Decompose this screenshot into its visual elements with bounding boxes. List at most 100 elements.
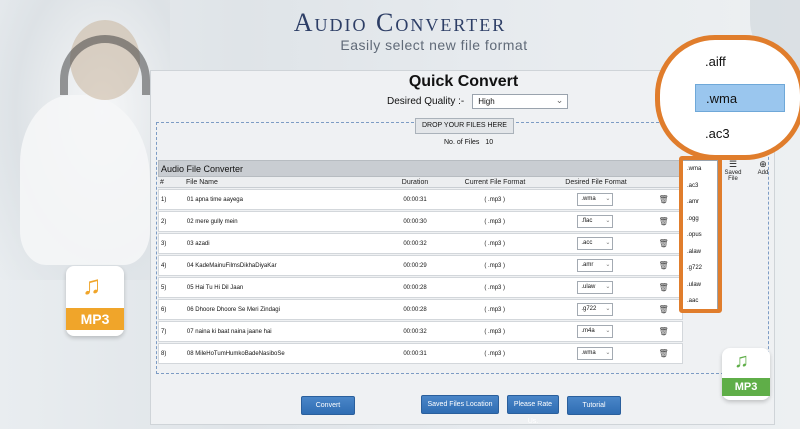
trash-icon[interactable]: 🗑	[659, 305, 669, 314]
trash-icon[interactable]: 🗑	[659, 217, 669, 226]
files-count-label: No. of Files	[444, 139, 480, 146]
trash-icon[interactable]: 🗑	[659, 349, 669, 358]
desired-format-value: .acc	[581, 240, 593, 246]
chevron-down-icon: ⌄	[605, 328, 611, 334]
side-toolbar: ☰ Saved File ⊕ Add	[721, 159, 775, 182]
row-actions: 🗑	[645, 283, 682, 292]
row-duration: 00:00:30	[403, 218, 427, 225]
chevron-down-icon: ⌄	[605, 196, 611, 202]
row-actions: 🗑	[645, 217, 682, 226]
chevron-down-icon: ⌄	[605, 240, 611, 246]
zoom-callout: .aiff .wma .ac3	[655, 35, 800, 160]
desired-format-select[interactable]: .acc ⌄	[577, 237, 614, 250]
table-title: Audio File Converter	[158, 160, 683, 177]
convert-button[interactable]: Convert	[301, 396, 355, 415]
row-file-name: 05 Hai Tu Hi Dil Jaan	[186, 284, 244, 291]
trash-icon[interactable]: 🗑	[659, 261, 669, 270]
row-desired-format-cell: .acc ⌄	[546, 237, 646, 250]
row-actions: 🗑	[645, 261, 682, 270]
mp3-file-icon: ♫ MP3	[722, 348, 770, 400]
saved-file-button[interactable]: ☰ Saved File	[721, 159, 745, 182]
mp3-icon-label: MP3	[66, 308, 124, 330]
table-row[interactable]: 8) 08 MileHoTumHumkoBadeNasiboSe 00:00:3…	[158, 343, 683, 364]
desired-format-select[interactable]: .g722 ⌄	[577, 303, 614, 316]
add-label: Add	[757, 170, 769, 176]
highlight-frame	[679, 156, 722, 313]
rate-us-button[interactable]: Please Rate Us.	[507, 395, 559, 425]
desired-format-select[interactable]: .m4a ⌄	[577, 325, 614, 338]
table-row[interactable]: 2) 02 mere gully mein 00:00:30 ( .mp3 ) …	[158, 211, 683, 232]
chevron-down-icon: ⌄	[605, 218, 611, 224]
trash-icon[interactable]: 🗑	[659, 195, 669, 204]
row-actions: 🗑	[645, 305, 682, 314]
quality-row: Desired Quality :- High ⌄	[387, 94, 569, 109]
row-desired-format-cell: .ulaw ⌄	[546, 281, 646, 294]
quality-select[interactable]: High ⌄	[472, 94, 569, 109]
desired-format-select[interactable]: .flac ⌄	[577, 215, 614, 228]
quality-value: High	[478, 97, 495, 106]
row-actions: 🗑	[645, 195, 682, 204]
table-row[interactable]: 5) 05 Hai Tu Hi Dil Jaan 00:00:28 ( .mp3…	[158, 277, 683, 298]
table-row[interactable]: 6) 06 Dhoore Dhoore Se Meri Zindagi 00:0…	[158, 299, 683, 320]
table-row[interactable]: 4) 04 KadeMainuFilmsDikhaDiyaKar 00:00:2…	[158, 255, 683, 276]
desired-format-select[interactable]: .wma ⌄	[577, 193, 614, 206]
row-duration: 00:00:28	[403, 284, 427, 291]
trash-icon[interactable]: 🗑	[659, 327, 669, 336]
desired-format-value: .flac	[581, 218, 593, 224]
music-note-icon: ♫	[734, 350, 749, 372]
chevron-down-icon: ⌄	[605, 262, 611, 268]
table-row[interactable]: 7) 07 naina ki baat naina jaane hai 00:0…	[158, 321, 683, 342]
row-duration: 00:00:31	[403, 350, 427, 357]
tutorial-button[interactable]: Tutorial	[567, 396, 621, 415]
row-current-format: ( .mp3 )	[484, 328, 506, 335]
desired-format-value: .g722	[581, 306, 597, 312]
drop-files-button[interactable]: DROP YOUR FILES HERE	[415, 118, 514, 134]
row-file-name: 06 Dhoore Dhoore Se Meri Zindagi	[186, 306, 280, 313]
trash-icon[interactable]: 🗑	[659, 239, 669, 248]
column-file-name: File Name	[186, 179, 218, 186]
column-index: #	[160, 179, 164, 186]
row-current-format: ( .mp3 )	[484, 350, 506, 357]
row-duration: 00:00:32	[403, 328, 427, 335]
row-index: 4)	[161, 262, 167, 269]
table-column-header: # File Name Duration Current File Format…	[158, 177, 683, 188]
table-row[interactable]: 3) 03 azadi 00:00:32 ( .mp3 ) .acc ⌄ 🗑	[158, 233, 683, 254]
row-current-format: ( .mp3 )	[484, 240, 506, 247]
row-current-format: ( .mp3 )	[484, 262, 506, 269]
row-actions: 🗑	[645, 349, 682, 358]
files-count-value: 10	[485, 139, 494, 146]
table-row[interactable]: 1) 01 apna time aayega 00:00:31 ( .mp3 )…	[158, 189, 683, 210]
music-note-icon: ♫	[82, 270, 102, 300]
row-current-format: ( .mp3 )	[484, 196, 506, 203]
desired-format-value: .m4a	[581, 328, 595, 334]
row-file-name: 08 MileHoTumHumkoBadeNasiboSe	[186, 350, 285, 357]
desired-format-select[interactable]: .amr ⌄	[577, 259, 614, 272]
row-duration: 00:00:29	[403, 262, 427, 269]
row-current-format: ( .mp3 )	[484, 306, 506, 313]
zoom-option: .aiff	[705, 54, 726, 69]
row-desired-format-cell: .g722 ⌄	[546, 303, 646, 316]
column-duration: Duration	[401, 179, 429, 186]
background-figure-body	[20, 95, 150, 265]
row-index: 6)	[161, 306, 167, 313]
chevron-down-icon: ⌄	[605, 350, 611, 356]
row-desired-format-cell: .amr ⌄	[546, 259, 646, 272]
zoom-option-selected: .wma	[695, 84, 785, 112]
desired-format-select[interactable]: .ulaw ⌄	[577, 281, 614, 294]
saved-files-location-button[interactable]: Saved Files Location	[421, 395, 499, 414]
row-file-name: 04 KadeMainuFilmsDikhaDiyaKar	[186, 262, 277, 269]
saved-file-label: Saved File	[724, 170, 742, 182]
quality-label: Desired Quality :-	[387, 96, 465, 107]
desired-format-select[interactable]: .wma ⌄	[577, 347, 614, 360]
column-current-format: Current File Format	[464, 179, 526, 186]
desired-format-value: .ulaw	[581, 284, 596, 290]
row-duration: 00:00:31	[403, 196, 427, 203]
files-count: No. of Files 10	[438, 139, 493, 146]
add-button[interactable]: ⊕ Add	[751, 159, 775, 182]
row-desired-format-cell: .wma ⌄	[546, 193, 646, 206]
row-index: 5)	[161, 284, 167, 291]
row-desired-format-cell: .m4a ⌄	[546, 325, 646, 338]
trash-icon[interactable]: 🗑	[659, 283, 669, 292]
row-file-name: 01 apna time aayega	[186, 196, 243, 203]
row-index: 8)	[161, 350, 167, 357]
